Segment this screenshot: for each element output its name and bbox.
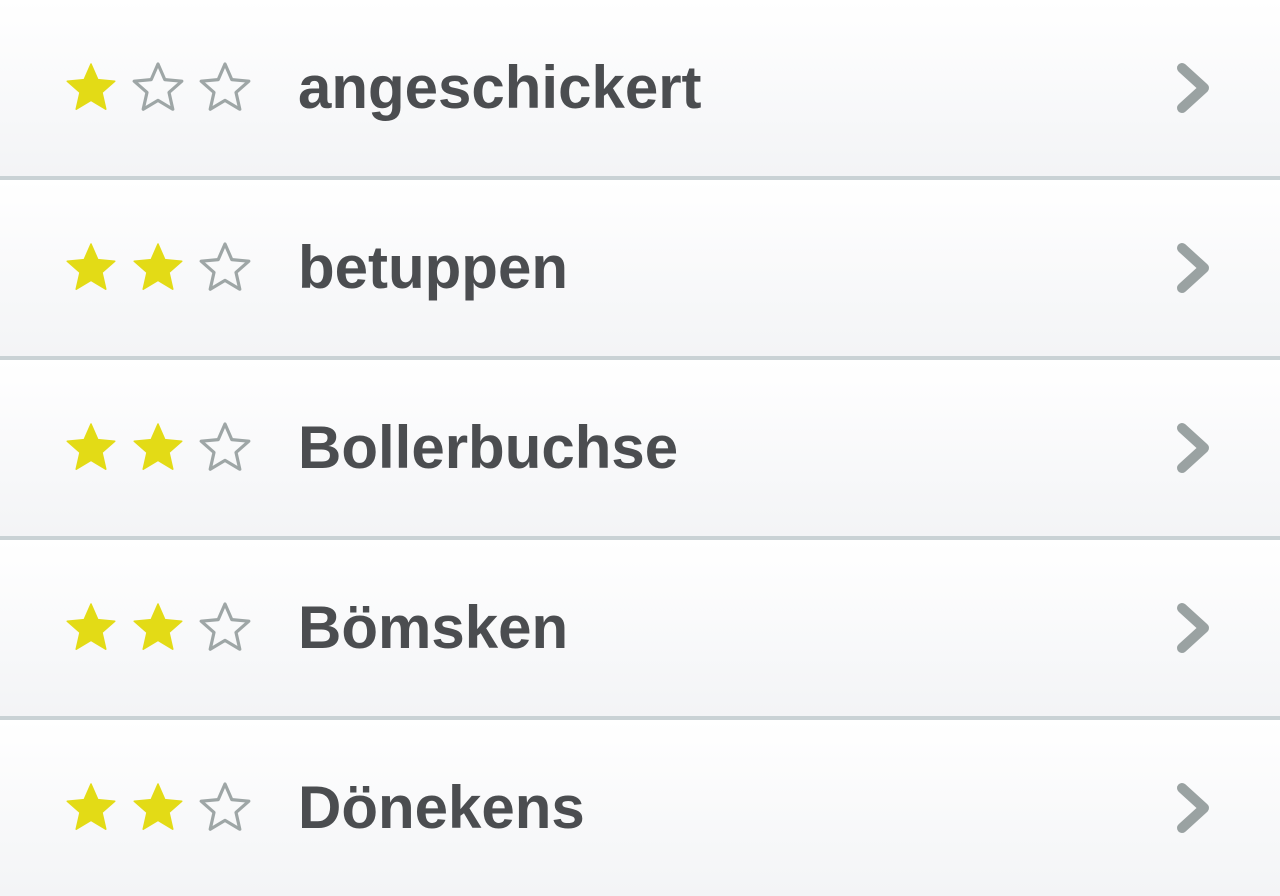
list-item[interactable]: Dönekens [0,720,1280,896]
chevron-right-icon [1172,418,1216,478]
star-empty-icon [196,780,254,836]
item-label: Dönekens [298,774,585,841]
star-rating [62,780,258,836]
star-empty-icon [196,600,254,656]
star-filled-icon [62,240,120,296]
star-empty-icon [196,240,254,296]
word-list: angeschickert betuppen Bollerbuchse Böms… [0,0,1280,896]
star-filled-icon [62,780,120,836]
list-item[interactable]: Bömsken [0,540,1280,716]
star-filled-icon [62,420,120,476]
chevron-right-icon [1172,238,1216,298]
star-rating [62,600,258,656]
star-filled-icon [129,600,187,656]
item-label: Bömsken [298,594,569,661]
star-empty-icon [196,420,254,476]
star-filled-icon [129,780,187,836]
star-filled-icon [129,240,187,296]
star-filled-icon [62,600,120,656]
list-item[interactable]: betuppen [0,180,1280,356]
star-filled-icon [129,420,187,476]
chevron-right-icon [1172,58,1216,118]
item-label: Bollerbuchse [298,414,679,481]
star-filled-icon [62,60,120,116]
list-item[interactable]: angeschickert [0,0,1280,176]
star-empty-icon [196,60,254,116]
item-label: angeschickert [298,54,702,121]
star-empty-icon [129,60,187,116]
star-rating [62,60,258,116]
star-rating [62,240,258,296]
item-label: betuppen [298,234,568,301]
chevron-right-icon [1172,598,1216,658]
list-item[interactable]: Bollerbuchse [0,360,1280,536]
chevron-right-icon [1172,778,1216,838]
star-rating [62,420,258,476]
